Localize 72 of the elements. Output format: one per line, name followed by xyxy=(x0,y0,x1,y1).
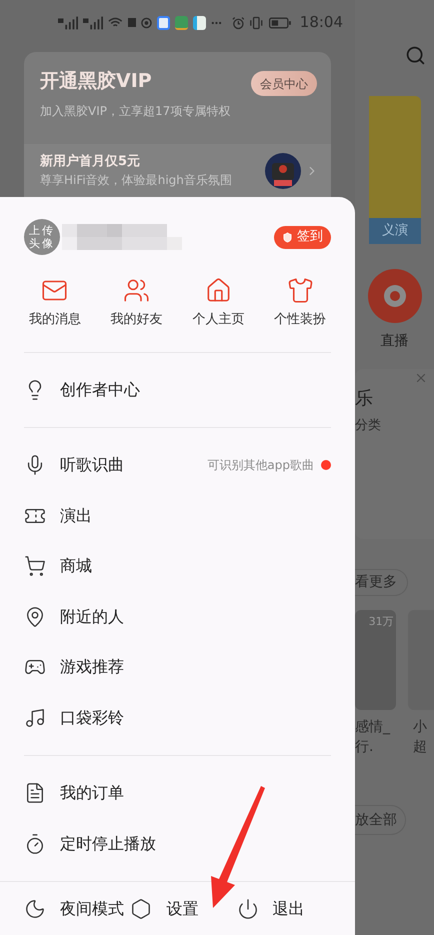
menu-item[interactable]: 口袋彩铃 xyxy=(0,692,355,743)
power-icon xyxy=(236,898,259,920)
promo-title: 新用户首月仅5元 xyxy=(40,152,142,171)
alarm-icon xyxy=(232,16,244,30)
menu-item[interactable]: 创作者中心 xyxy=(0,364,355,415)
menu-item-label: 口袋彩铃 xyxy=(60,706,125,729)
app-icon xyxy=(156,16,170,30)
event-poster[interactable]: 义演 xyxy=(369,96,421,244)
song-title: 小 xyxy=(413,718,427,737)
close-icon[interactable] xyxy=(414,371,428,385)
home-icon xyxy=(204,277,232,304)
song-title: 超 xyxy=(413,738,427,757)
vip-card[interactable]: 开通黑胶VIP 加入黑胶VIP，立享超17项专属特权 会员中心 新用户首月仅5元 尊享HiFi音效，体验最high音乐氛围 xyxy=(24,52,331,197)
cart-icon xyxy=(24,555,46,578)
menu-item-hint: 可识别其他app歌曲 xyxy=(207,457,314,474)
member-center-button[interactable]: 会员中心 xyxy=(251,71,317,96)
menu-item[interactable]: 我的订单 xyxy=(0,768,355,818)
vip-title: 开通黑胶VIP xyxy=(40,69,153,94)
song-title: 行. xyxy=(355,738,374,757)
footer-button[interactable]: 退出 xyxy=(236,896,343,920)
turntable-icon xyxy=(265,152,301,188)
moon-icon xyxy=(24,898,46,920)
signal-icon xyxy=(58,16,78,30)
footer-button[interactable]: 设置 xyxy=(130,896,237,920)
menu-item[interactable]: 听歌识曲 可识别其他app歌曲 xyxy=(0,440,355,490)
menu-item-label: 商城 xyxy=(60,555,93,578)
vip-subtitle: 加入黑胶VIP，立享超17项专属特权 xyxy=(40,102,232,120)
poster-tag: 义演 xyxy=(369,218,421,244)
app-icon xyxy=(192,16,206,30)
shortcut-button[interactable]: 我的消息 xyxy=(14,277,96,330)
live-icon[interactable] xyxy=(368,269,422,323)
app-icon xyxy=(174,16,188,30)
document-icon xyxy=(24,782,46,804)
play-count: 31万 xyxy=(368,614,394,630)
shield-icon xyxy=(282,232,293,242)
shortcut-button[interactable]: 个人主页 xyxy=(178,277,260,330)
location-pin-icon xyxy=(24,606,46,628)
signal-icon xyxy=(83,16,104,30)
card-subtitle: 分类 xyxy=(355,417,382,435)
menu-item-label: 演出 xyxy=(60,504,93,527)
settings-icon xyxy=(130,898,152,920)
friends-icon xyxy=(123,277,150,304)
menu-item[interactable]: 定时停止播放 xyxy=(0,818,355,869)
menu-item-label: 听歌识曲 xyxy=(60,454,125,476)
footer-button[interactable]: 夜间模式 xyxy=(24,896,130,920)
menu-item-label: 附近的人 xyxy=(60,606,125,628)
shirt-icon xyxy=(286,277,314,304)
battery-icon xyxy=(268,16,291,28)
menu-item-label: 我的订单 xyxy=(60,782,125,804)
check-in-button[interactable]: 签到 xyxy=(274,226,331,248)
clock-time: 18:04 xyxy=(300,12,344,34)
wifi-icon xyxy=(108,16,123,28)
menu-item-label: 游戏推荐 xyxy=(60,656,125,678)
menu-item[interactable]: 游戏推荐 xyxy=(0,642,355,692)
promo-subtitle: 尊享HiFi音效，体验最high音乐氛围 xyxy=(40,172,233,190)
menu-item[interactable]: 演出 xyxy=(0,490,355,541)
menu-item[interactable]: 商城 xyxy=(0,541,355,592)
timer-icon xyxy=(24,832,46,855)
vibrate-icon xyxy=(249,16,264,30)
menu-item[interactable]: 附近的人 xyxy=(0,592,355,642)
menu-item-label: 定时停止播放 xyxy=(60,832,157,855)
menu-item-label: 创作者中心 xyxy=(60,378,141,401)
shortcut-button[interactable]: 我的好友 xyxy=(96,277,178,330)
stop-icon xyxy=(128,18,136,27)
music-note-icon xyxy=(24,706,46,729)
search-icon[interactable] xyxy=(405,44,426,66)
card-title: 乐 xyxy=(355,387,374,411)
more-icon xyxy=(210,20,222,24)
shortcut-button[interactable]: 个性装扮 xyxy=(259,277,341,330)
song-title: 感情_ xyxy=(355,718,392,737)
live-label: 直播 xyxy=(380,332,408,351)
swirl-icon xyxy=(140,16,152,28)
